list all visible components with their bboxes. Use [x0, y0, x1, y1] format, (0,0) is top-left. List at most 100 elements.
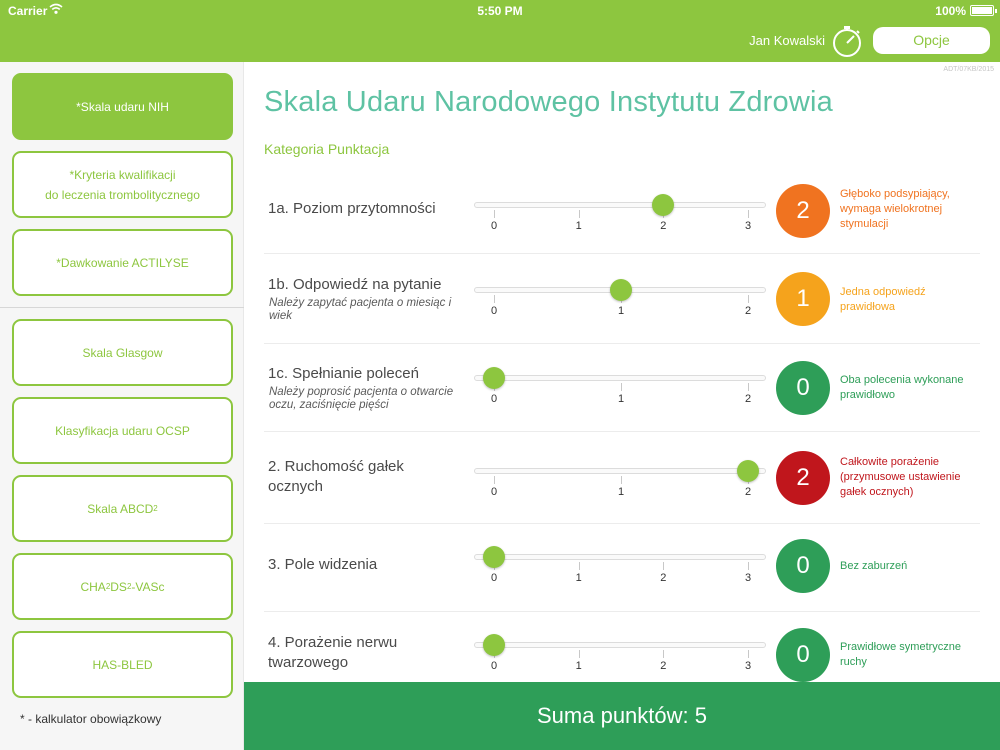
slider-tick — [748, 210, 749, 218]
top-bar: Carrier 5:50 PM 100% Jan Kowalski Opcje — [0, 0, 1000, 62]
item-subtitle: Należy zapytać pacjenta o miesiąc i wiek — [269, 297, 452, 322]
score-description: Całkowite porażenie (przymusowe ustawien… — [840, 456, 961, 498]
score-slider[interactable]: 0 1 2 — [474, 367, 766, 412]
score-circle: 1 — [776, 272, 830, 326]
slider-tick — [578, 650, 580, 658]
slider-tick-label: 1 — [575, 572, 582, 584]
slider-track[interactable] — [474, 375, 766, 381]
slider-tick-label: 3 — [744, 572, 752, 584]
slider-tick — [748, 650, 749, 658]
slider-tick — [578, 210, 580, 218]
score-slider[interactable]: 0 1 2 — [474, 279, 766, 324]
slider-tick-label: 0 — [490, 393, 498, 405]
scale-item-row: 4. Porażenie nerwu twarzowego 0 1 2 3 0 Pra… — [264, 612, 980, 682]
slider-tick — [748, 295, 749, 303]
slider-tick-label: 0 — [490, 572, 498, 584]
sidebar-item-label: do leczenia trombolitycznego — [45, 187, 200, 202]
slider-tick-label: 1 — [575, 220, 582, 232]
slider-thumb[interactable] — [483, 367, 505, 389]
sidebar-item-actilyse-dosage[interactable]: *Dawkowanie ACTILYSE — [12, 229, 233, 296]
slider-tick — [663, 562, 665, 570]
sidebar-item-ocsp[interactable]: Klasyfikacja udaru OCSP — [12, 397, 233, 464]
slider-track[interactable] — [474, 202, 766, 208]
slider-thumb[interactable] — [483, 634, 505, 656]
slider-tick-label: 2 — [744, 305, 752, 317]
scale-item-row: 3. Pole widzenia 0 1 2 3 0 Bez zaburzeń — [264, 524, 980, 612]
item-title: 1c. Spełnianie poleceń — [268, 365, 419, 382]
slider-tick — [578, 562, 580, 570]
scale-item-row: 1a. Poziom przytomności 0 1 2 3 2 Głęboko p… — [264, 166, 980, 254]
slider-tick — [494, 295, 495, 303]
slider-tick-label: 1 — [617, 486, 625, 498]
item-title: 1a. Poziom przytomności — [268, 200, 436, 217]
slider-tick-label: 1 — [617, 393, 625, 405]
score-description: Bez zaburzeń — [840, 560, 908, 572]
slider-thumb[interactable] — [483, 546, 505, 568]
document-code: ADT/07KB/2015 — [943, 66, 994, 73]
score-description: Głęboko podsypiający, wymaga wielokrotne… — [840, 188, 950, 230]
item-title: 4. Porażenie nerwu twarzowego — [268, 634, 398, 671]
sidebar-item-cha2ds2-vasc[interactable]: CHA 2 DS 2 -VASc — [12, 553, 233, 620]
slider-thumb[interactable] — [652, 194, 675, 216]
scale-item-row: 1c. Spełnianie poleceń Należy poprosić p… — [264, 344, 980, 432]
user-name: Jan Kowalski — [749, 33, 825, 48]
score-description: Oba polecenia wykonane prawidłowo — [840, 374, 964, 401]
main-content: ADT/07KB/2015 Skala Udaru Narodowego Ins… — [244, 62, 1000, 682]
sidebar-item-label: -VASc — [131, 579, 165, 594]
sidebar-item-abcd2[interactable]: Skala ABCD 2 — [12, 475, 233, 542]
score-slider[interactable]: 0 1 2 3 — [474, 546, 766, 591]
slider-tick — [494, 210, 495, 218]
battery-percent: 100% — [935, 4, 966, 18]
item-title: 1b. Odpowiedź na pytanie — [268, 276, 442, 293]
sidebar-item-label: DS — [110, 579, 127, 594]
scale-item-row: 1b. Odpowiedź na pytanie Należy zapytać … — [264, 254, 980, 344]
sidebar-item-label: Skala ABCD — [87, 501, 154, 516]
page-title: Skala Udaru Narodowego Instytutu Zdrowia — [264, 86, 833, 118]
score-circle: 0 — [776, 628, 830, 682]
slider-tick-label: 3 — [744, 220, 752, 232]
slider-tick — [621, 383, 622, 391]
slider-tick-label: 2 — [660, 660, 667, 672]
status-time: 5:50 PM — [477, 4, 523, 18]
sidebar-item-glasgow[interactable]: Skala Glasgow — [12, 319, 233, 386]
slider-thumb[interactable] — [610, 279, 632, 301]
slider-tick — [748, 562, 749, 570]
slider-tick-label: 1 — [617, 305, 625, 317]
slider-tick-label: 3 — [744, 660, 752, 672]
slider-tick — [494, 476, 495, 484]
score-description: Jedna odpowiedź prawidłowa — [840, 286, 926, 313]
slider-track[interactable] — [474, 554, 766, 560]
sidebar-item-label: CHA — [80, 579, 106, 594]
slider-thumb[interactable] — [737, 460, 759, 482]
battery-icon — [970, 5, 997, 16]
slider-track[interactable] — [474, 468, 766, 474]
slider-tick-label: 2 — [744, 393, 752, 405]
sidebar-item-thrombolysis-criteria[interactable]: *Kryteria kwalifikacji do leczenia tromb… — [12, 151, 233, 218]
slider-tick-label: 2 — [660, 220, 667, 232]
total-score-bar: Suma punktów: 5 — [244, 682, 1000, 750]
stopwatch-icon[interactable] — [830, 24, 864, 58]
score-circle: 2 — [776, 451, 830, 505]
item-title: 2. Ruchomość gałek ocznych — [268, 458, 404, 495]
score-slider[interactable]: 0 1 2 3 — [474, 194, 766, 239]
sidebar-note: * - kalkulator obowiązkowy — [20, 712, 162, 726]
options-button[interactable]: Opcje — [873, 27, 990, 54]
slider-tick-label: 0 — [490, 220, 498, 232]
sidebar-divider — [0, 307, 244, 308]
score-circle: 0 — [776, 539, 830, 593]
sidebar-item-has-bled[interactable]: HAS-BLED — [12, 631, 233, 698]
sidebar-item-label: *Kryteria kwalifikacji — [69, 167, 176, 182]
slider-tick — [748, 383, 749, 391]
slider-tick-label: 2 — [660, 572, 667, 584]
status-bar: Carrier 5:50 PM 100% — [0, 0, 1000, 22]
slider-tick-label: 0 — [490, 305, 498, 317]
score-slider[interactable]: 0 1 2 3 — [474, 634, 766, 679]
score-slider[interactable]: 0 1 2 — [474, 460, 766, 505]
item-title: 3. Pole widzenia — [268, 556, 378, 573]
scale-item-row: 2. Ruchomość gałek ocznych 0 1 2 2 Całkowi… — [264, 432, 980, 524]
slider-tick-label: 0 — [490, 660, 498, 672]
sidebar-item-nih-scale[interactable]: *Skala udaru NIH — [12, 73, 233, 140]
subscript: 2 — [153, 503, 158, 513]
slider-track[interactable] — [474, 642, 766, 648]
slider-tick — [621, 476, 622, 484]
